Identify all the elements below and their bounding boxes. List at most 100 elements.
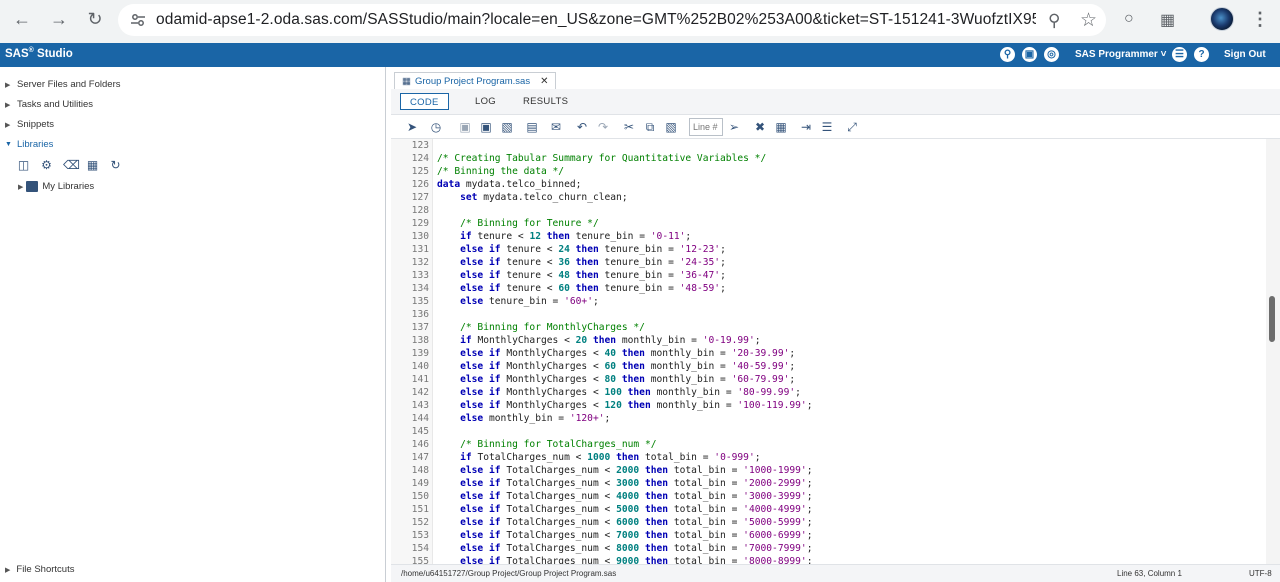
code-line[interactable]: /* Binning for Tenure */ (437, 217, 599, 230)
new-options-icon[interactable]: ▣ (1022, 47, 1037, 62)
code-line[interactable]: else if TotalCharges_num < 7000 then tot… (437, 529, 812, 542)
extension-icon[interactable]: ○ (1124, 10, 1134, 28)
go-to-line-input[interactable] (689, 118, 723, 136)
outline-icon[interactable]: ☰ (820, 120, 834, 134)
undo-icon[interactable]: ↶ (575, 120, 589, 134)
program-tab[interactable]: ▦ Group Project Program.sas ✕ (394, 72, 557, 89)
delete-icon[interactable]: ⌫ (63, 159, 80, 172)
help-icon[interactable]: ? (1194, 47, 1209, 62)
code-line[interactable]: else if tenure < 36 then tenure_bin = '2… (437, 256, 726, 269)
view-icon[interactable]: ▦ (86, 159, 99, 172)
address-bar[interactable]: odamid-apse1-2.oda.sas.com/SASStudio/mai… (118, 4, 1106, 36)
status-bar: /home/u64151727/Group Project/Group Proj… (391, 564, 1280, 582)
site-settings-icon[interactable] (130, 12, 146, 28)
work-area: ▦ Group Project Program.sas ✕ CODE LOG R… (391, 67, 1280, 582)
code-line[interactable]: else if tenure < 24 then tenure_bin = '1… (437, 243, 726, 256)
snippet-icon[interactable]: ▦ (774, 120, 788, 134)
code-line[interactable]: else if TotalCharges_num < 9000 then tot… (437, 555, 812, 564)
code-line[interactable]: else if MonthlyCharges < 120 then monthl… (437, 399, 812, 412)
code-line[interactable]: data mydata.telco_binned; (437, 178, 581, 191)
line-number: 124 (411, 153, 429, 164)
line-number: 142 (411, 387, 429, 398)
line-number: 149 (411, 478, 429, 489)
code-line[interactable]: else monthly_bin = '120+'; (437, 412, 610, 425)
code-line[interactable]: /* Creating Tabular Summary for Quantita… (437, 152, 766, 165)
code-line[interactable]: else if TotalCharges_num < 3000 then tot… (437, 477, 812, 490)
line-number: 135 (411, 296, 429, 307)
code-line[interactable]: else if TotalCharges_num < 2000 then tot… (437, 464, 812, 477)
copy-icon[interactable]: ⧉ (643, 120, 657, 134)
redo-icon[interactable]: ↷ (596, 120, 610, 134)
code-line[interactable]: /* Binning the data */ (437, 165, 564, 178)
code-line[interactable]: if MonthlyCharges < 20 then monthly_bin … (437, 334, 760, 347)
tab-results[interactable]: RESULTS (514, 93, 577, 110)
code-line[interactable]: else if TotalCharges_num < 4000 then tot… (437, 490, 812, 503)
code-line[interactable]: else tenure_bin = '60+'; (437, 295, 599, 308)
profile-avatar[interactable] (1210, 7, 1234, 31)
code-line[interactable]: if TotalCharges_num < 1000 then total_bi… (437, 451, 760, 464)
save-as-icon[interactable]: ▣ (479, 120, 493, 134)
line-number: 139 (411, 348, 429, 359)
tab-code[interactable]: CODE (400, 93, 449, 110)
code-line[interactable]: else if MonthlyCharges < 80 then monthly… (437, 373, 795, 386)
line-number: 131 (411, 244, 429, 255)
forward-icon[interactable]: → (48, 8, 70, 30)
new-library-icon[interactable]: ◫ (17, 159, 30, 172)
sign-out-link[interactable]: Sign Out (1224, 49, 1266, 60)
code-line[interactable]: else if MonthlyCharges < 60 then monthly… (437, 360, 795, 373)
cut-icon[interactable]: ✂ (622, 120, 636, 134)
code-line[interactable]: if tenure < 12 then tenure_bin = '0-11'; (437, 230, 691, 243)
library-properties-icon[interactable]: ⚙ (40, 159, 53, 172)
print-icon[interactable]: ▤ (525, 120, 539, 134)
paste-icon[interactable]: ▧ (664, 120, 678, 134)
line-number: 141 (411, 374, 429, 385)
code-line[interactable]: else if MonthlyCharges < 40 then monthly… (437, 347, 795, 360)
editor-scrollbar[interactable] (1266, 139, 1280, 564)
save-icon[interactable]: ▣ (458, 120, 472, 134)
zoom-icon[interactable]: ⚲ (1048, 11, 1060, 31)
section-file-shortcuts[interactable]: ▶ File Shortcuts (5, 564, 74, 575)
code-line[interactable]: else if TotalCharges_num < 5000 then tot… (437, 503, 812, 516)
refresh-icon[interactable]: ↻ (109, 159, 122, 172)
my-libraries-node[interactable]: ▶ My Libraries (18, 181, 94, 192)
section-libraries[interactable]: ▼ Libraries (5, 139, 53, 150)
code-line[interactable]: else if TotalCharges_num < 6000 then tot… (437, 516, 812, 529)
export-icon[interactable]: ▧ (500, 120, 514, 134)
section-tasks[interactable]: ▶ Tasks and Utilities (5, 99, 93, 110)
reload-icon[interactable]: ↻ (84, 8, 106, 30)
run-icon[interactable]: ➤ (405, 120, 419, 134)
close-tab-icon[interactable]: ✕ (540, 76, 548, 87)
code-line[interactable]: else if tenure < 48 then tenure_bin = '3… (437, 269, 726, 282)
expand-icon: ▶ (5, 81, 11, 89)
code-line[interactable]: else if tenure < 60 then tenure_bin = '4… (437, 282, 726, 295)
go-to-line-icon[interactable]: ➢ (727, 120, 741, 134)
email-icon[interactable]: ✉ (549, 120, 563, 134)
encoding: UTF-8 (1249, 569, 1272, 578)
history-icon[interactable]: ◷ (429, 120, 443, 134)
section-snippets[interactable]: ▶ Snippets (5, 119, 54, 130)
bookmark-star-icon[interactable]: ☆ (1080, 9, 1097, 32)
maximize-icon[interactable]: ⤢ (845, 120, 859, 134)
menu-icon[interactable]: ☰ (1172, 47, 1187, 62)
code-line[interactable]: /* Binning for MonthlyCharges */ (437, 321, 645, 334)
back-icon[interactable]: ← (11, 8, 33, 30)
format-code-icon[interactable]: ⇥ (799, 120, 813, 134)
search-icon[interactable]: ⚲ (1000, 47, 1015, 62)
code-line[interactable]: else if MonthlyCharges < 100 then monthl… (437, 386, 801, 399)
browser-menu-icon[interactable]: ⋮ (1251, 9, 1269, 30)
section-server-files[interactable]: ▶ Server Files and Folders (5, 79, 120, 90)
code-line[interactable]: else if TotalCharges_num < 8000 then tot… (437, 542, 812, 555)
file-path: /home/u64151727/Group Project/Group Proj… (401, 569, 617, 578)
line-number: 128 (411, 205, 429, 216)
code-editor[interactable]: 123 124 /* Creating Tabular Summary for Qu… (391, 139, 1266, 564)
tab-log[interactable]: LOG (466, 93, 505, 110)
extensions-puzzle-icon[interactable]: ▦ (1160, 10, 1175, 30)
scrollbar-thumb[interactable] (1269, 296, 1275, 342)
line-number: 129 (411, 218, 429, 229)
user-menu[interactable]: SAS Programmer ˅ (1075, 49, 1166, 60)
clear-icon[interactable]: ✖ (753, 120, 767, 134)
code-line[interactable]: set mydata.telco_churn_clean; (437, 191, 628, 204)
url-text[interactable]: odamid-apse1-2.oda.sas.com/SASStudio/mai… (156, 11, 1036, 29)
globe-icon[interactable]: ◎ (1044, 47, 1059, 62)
code-line[interactable]: /* Binning for TotalCharges_num */ (437, 438, 656, 451)
